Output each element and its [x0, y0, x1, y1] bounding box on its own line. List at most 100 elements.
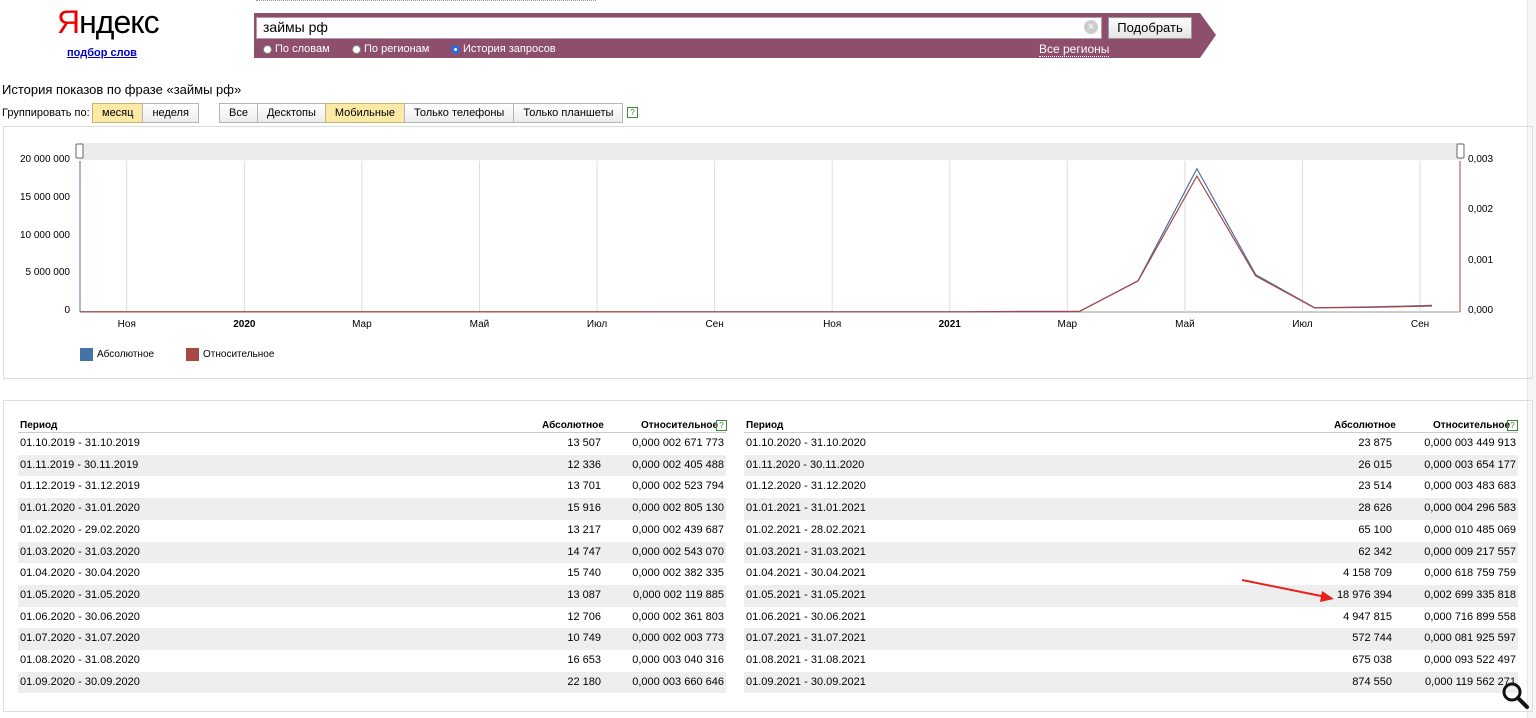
col-header-absolute: Абсолютное [542, 420, 604, 431]
cell-relative: 0,000 002 439 687 [632, 523, 724, 536]
top-nav-remnant [256, 0, 596, 3]
cell-period: 01.11.2019 - 30.11.2019 [20, 458, 139, 471]
cell-absolute: 26 015 [1358, 458, 1392, 471]
cell-absolute: 65 100 [1358, 523, 1392, 536]
range-handle-left[interactable] [75, 143, 84, 159]
cell-relative: 0,000 002 671 773 [632, 437, 724, 449]
x-tick-label: Сен [705, 319, 724, 330]
col-header-relative: Относительное [1433, 420, 1511, 431]
cell-relative: 0,000 002 405 488 [632, 458, 724, 471]
yandex-logo[interactable]: Яндекс [57, 4, 160, 40]
x-tick-label: 2020 [233, 319, 256, 330]
cell-absolute: 4 158 709 [1343, 567, 1392, 580]
help-icon[interactable]: ? [1507, 420, 1518, 431]
radio-by-words[interactable]: По словам [263, 43, 330, 55]
col-header-relative: Относительное [641, 420, 719, 431]
search-button[interactable]: Подобрать [1108, 17, 1192, 39]
cell-period: 01.06.2020 - 30.06.2020 [20, 610, 140, 623]
cell-absolute: 28 626 [1358, 502, 1392, 515]
cell-period: 01.10.2020 - 31.10.2020 [746, 437, 866, 449]
cell-relative: 0,000 093 522 497 [1424, 654, 1516, 666]
group-month-button[interactable]: месяц [92, 103, 144, 123]
cell-period: 01.03.2020 - 31.03.2020 [20, 545, 140, 558]
cell-relative: 0,000 010 485 069 [1424, 523, 1516, 536]
cell-period: 01.02.2020 - 29.02.2020 [20, 523, 140, 536]
radio-history[interactable]: История запросов [451, 43, 556, 55]
cell-period: 01.07.2020 - 31.07.2020 [20, 632, 140, 645]
page-title: История показов по фразе «займы рф» [2, 82, 242, 97]
cell-relative: 0,000 002 523 794 [632, 480, 724, 493]
device-tablets-button[interactable]: Только планшеты [513, 103, 624, 123]
series-line-absolute [80, 167, 1433, 313]
device-mobile-button[interactable]: Мобильные [324, 103, 405, 123]
cell-relative: 0,000 002 119 885 [633, 588, 724, 601]
legend-absolute[interactable]: Абсолютное [97, 349, 154, 360]
cell-period: 01.07.2021 - 31.07.2021 [746, 632, 866, 645]
cell-absolute: 12 706 [567, 610, 601, 623]
col-header-period: Период [20, 420, 58, 431]
y-left-tick-label: 10 000 000 [19, 229, 70, 241]
cell-relative: 0,000 002 805 130 [632, 502, 724, 515]
cell-absolute: 572 744 [1352, 632, 1392, 645]
col-header-period: Период [746, 420, 784, 431]
cell-relative: 0,000 002 361 803 [632, 610, 724, 623]
cell-absolute: 23 514 [1358, 480, 1392, 493]
y-left-tick-label: 5 000 000 [25, 267, 71, 279]
range-handle-right[interactable] [1456, 143, 1465, 159]
cell-absolute: 16 653 [567, 654, 601, 666]
wordstat-link[interactable]: подбор слов [67, 47, 137, 59]
zoom-icon[interactable] [1500, 680, 1530, 710]
chart-series [80, 167, 1433, 313]
device-all-button[interactable]: Все [219, 103, 258, 123]
y-left-tick-label: 0 [64, 305, 70, 316]
x-tick-label: Ноя [117, 319, 136, 330]
range-navigator[interactable] [79, 143, 1462, 160]
x-tick-label: Ноя [823, 319, 842, 330]
device-phones-button[interactable]: Только телефоны [403, 103, 515, 123]
legend-relative[interactable]: Относительное [203, 349, 274, 360]
cell-absolute: 15 916 [567, 502, 601, 515]
cell-period: 01.05.2021 - 31.05.2021 [746, 588, 866, 601]
cell-period: 01.12.2019 - 31.12.2019 [20, 480, 140, 493]
x-tick-label: Май [469, 319, 490, 330]
cell-absolute: 13 507 [567, 437, 601, 449]
cell-period: 01.02.2021 - 28.02.2021 [746, 523, 866, 536]
search-input[interactable]: займы рф [256, 17, 1102, 39]
chart-grid [79, 161, 1461, 313]
cell-absolute: 23 875 [1358, 437, 1392, 449]
group-label: Группировать по: [2, 107, 90, 119]
cell-period: 01.10.2019 - 31.10.2019 [20, 437, 140, 449]
cell-period: 01.11.2020 - 30.11.2020 [746, 458, 865, 471]
cell-relative: 0,000 003 654 177 [1424, 458, 1516, 471]
radio-by-regions[interactable]: По регионам [352, 43, 429, 55]
radio-icon [263, 44, 272, 54]
help-icon[interactable]: ? [627, 107, 638, 118]
y-right-tick-label: 0,001 [1468, 254, 1494, 266]
cell-period: 01.05.2020 - 31.05.2020 [20, 588, 140, 601]
cell-absolute: 14 747 [567, 545, 601, 558]
clear-icon[interactable]: × [1084, 20, 1098, 34]
cell-absolute: 12 336 [567, 458, 601, 471]
group-toggle: месяц неделя [92, 103, 199, 123]
cell-period: 01.06.2021 - 30.06.2021 [746, 610, 866, 623]
regions-link[interactable]: Все регионы [1039, 42, 1110, 57]
x-tick-label: Июл [1292, 319, 1313, 330]
cell-relative: 0,000 003 040 316 [632, 654, 724, 666]
radio-icon [352, 44, 361, 54]
cell-absolute: 15 740 [567, 567, 601, 580]
group-week-button[interactable]: неделя [142, 103, 199, 123]
cell-relative: 0,000 004 296 583 [1424, 502, 1516, 515]
y-right-tick-label: 0,000 [1468, 305, 1494, 316]
y-right-tick-label: 0,002 [1468, 204, 1494, 216]
cell-absolute: 874 550 [1352, 675, 1392, 688]
x-tick-label: Май [1175, 319, 1195, 330]
cell-period: 01.03.2021 - 31.03.2021 [746, 545, 866, 558]
cell-absolute: 13 217 [567, 523, 601, 536]
device-toggle: Все Десктопы Мобильные Только телефоны Т… [219, 103, 624, 123]
cell-period: 01.08.2020 - 31.08.2020 [20, 654, 140, 666]
cell-relative: 0,000 009 217 557 [1424, 545, 1516, 558]
cell-relative: 0,000 003 449 913 [1424, 437, 1516, 449]
cell-absolute: 13 087 [567, 588, 601, 601]
help-icon[interactable]: ? [716, 420, 727, 431]
device-desktop-button[interactable]: Десктопы [256, 103, 326, 123]
